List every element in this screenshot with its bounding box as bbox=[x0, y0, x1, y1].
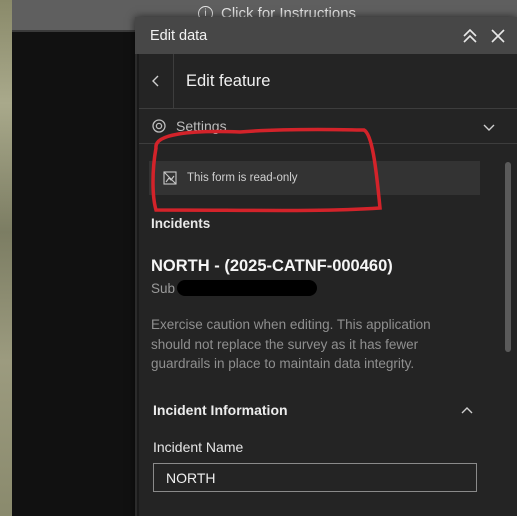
incident-information-group[interactable]: Incident Information bbox=[137, 392, 483, 428]
layer-name: Incidents bbox=[151, 216, 211, 231]
map-dark-area bbox=[12, 32, 135, 516]
subtitle-prefix: Sub bbox=[151, 280, 176, 296]
feature-subtitle: Sub bbox=[151, 280, 318, 296]
no-edit-icon bbox=[163, 171, 177, 185]
map-background bbox=[0, 0, 12, 516]
chevron-up-icon bbox=[461, 406, 473, 414]
read-only-notice: This form is read-only bbox=[149, 161, 480, 195]
incident-name-value: NORTH bbox=[166, 469, 216, 486]
caution-message: Exercise caution when editing. This appl… bbox=[151, 317, 431, 371]
read-only-text: This form is read-only bbox=[187, 172, 298, 184]
incident-name-label: Incident Name bbox=[153, 439, 244, 455]
redacted-text bbox=[177, 280, 318, 296]
feature-title: NORTH - (2025-CATNF-000460) bbox=[151, 257, 393, 275]
incident-name-input[interactable]: NORTH bbox=[153, 463, 477, 492]
panel-content-layer: This form is read-only Incidents NORTH -… bbox=[135, 17, 517, 516]
group-title: Incident Information bbox=[153, 402, 288, 418]
